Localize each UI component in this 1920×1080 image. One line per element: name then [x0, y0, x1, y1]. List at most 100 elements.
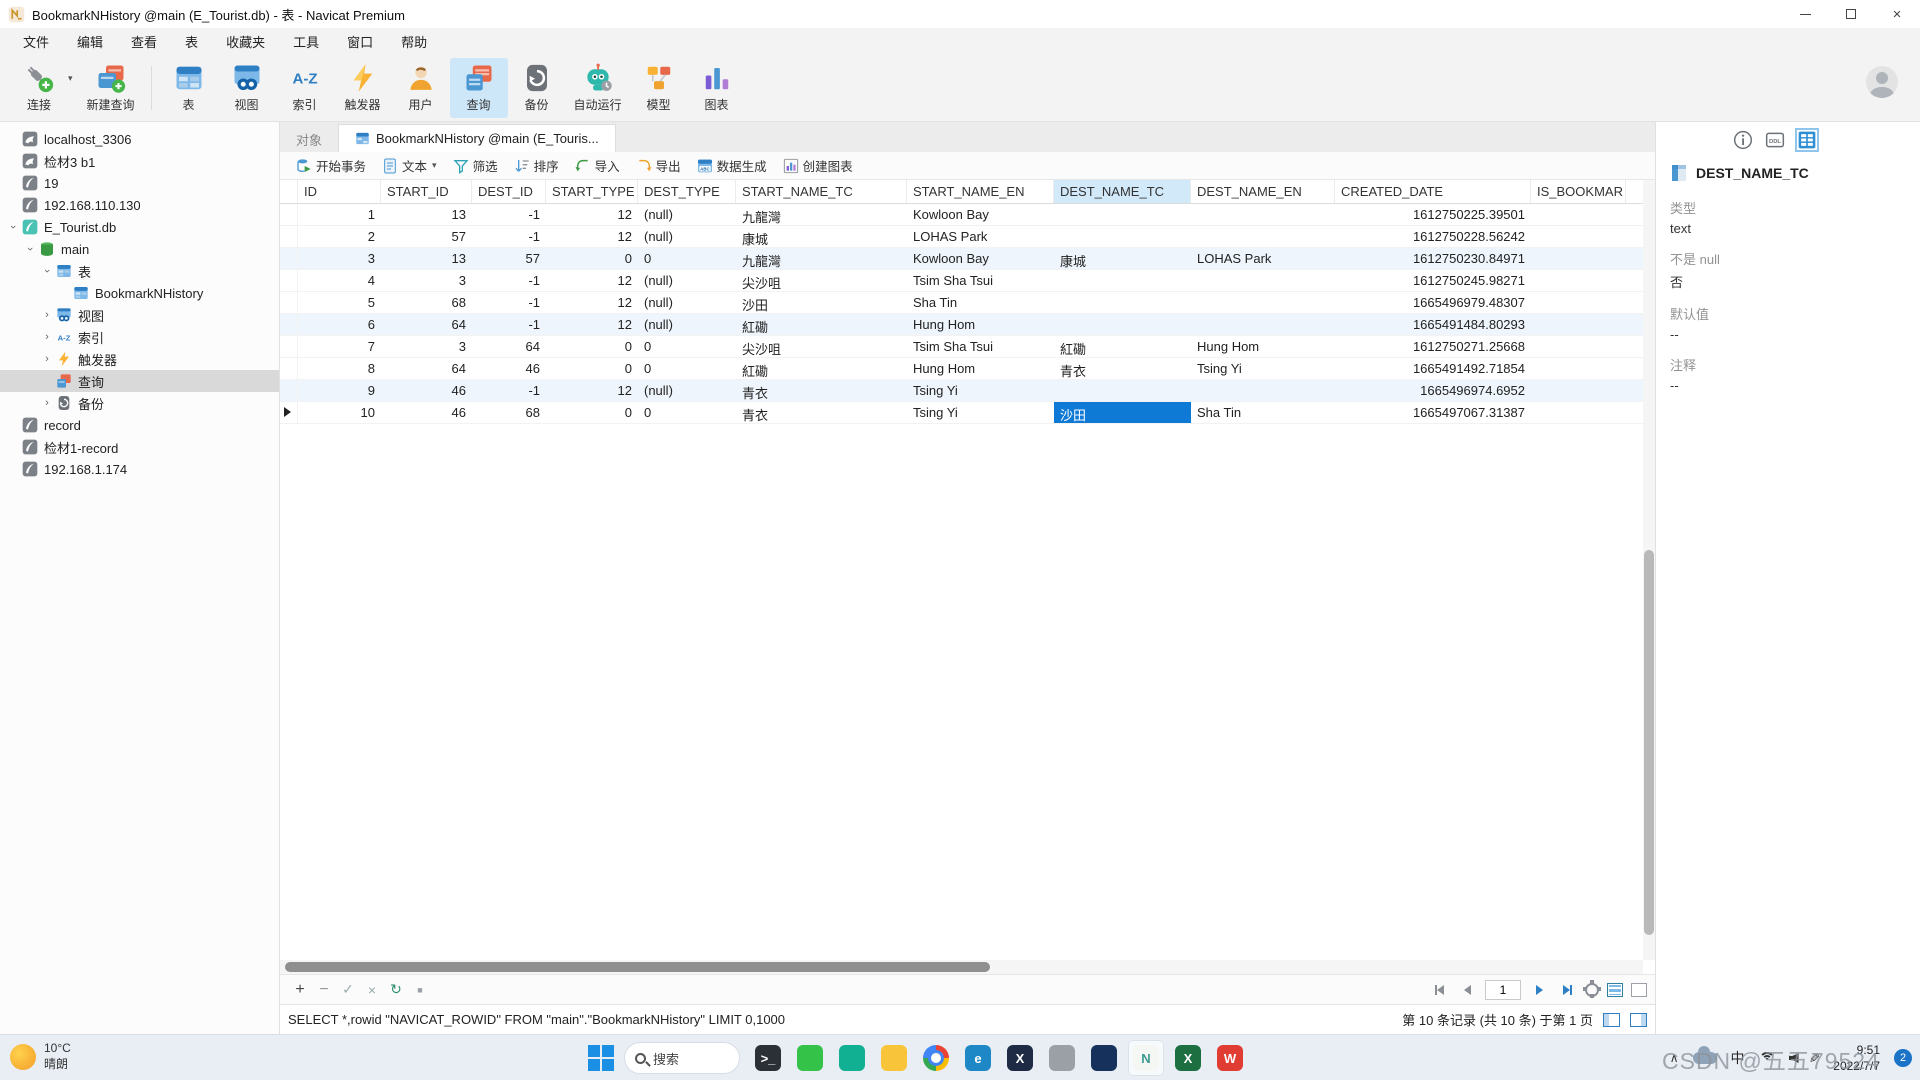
- toolbar-connection-button[interactable]: 连接: [10, 58, 68, 118]
- row-gutter[interactable]: [280, 336, 298, 357]
- column-header[interactable]: DEST_ID: [472, 180, 546, 203]
- table-cell[interactable]: 13: [381, 248, 472, 269]
- table-cell[interactable]: [1191, 270, 1335, 291]
- grid-view-toggle-icon[interactable]: [1607, 983, 1623, 997]
- expand-arrow-icon[interactable]: ›: [24, 242, 36, 256]
- table-cell[interactable]: [1531, 270, 1626, 291]
- table-cell[interactable]: 57: [381, 226, 472, 247]
- table-cell[interactable]: (null): [638, 204, 736, 225]
- grid-toolbar-text-button[interactable]: 文本▾: [374, 154, 445, 178]
- column-header[interactable]: DEST_NAME_EN: [1191, 180, 1335, 203]
- toolbar-index-button[interactable]: A-Z索引: [276, 58, 334, 118]
- taskbar-chat-app-icon[interactable]: [834, 1040, 870, 1076]
- grid-toolbar-datagen-button[interactable]: ABC数据生成: [689, 154, 775, 178]
- volume-muted-icon[interactable]: ×: [1789, 1053, 1795, 1064]
- table-cell[interactable]: 12: [546, 292, 638, 313]
- table-cell[interactable]: 沙田: [1054, 402, 1191, 423]
- table-cell[interactable]: 4: [298, 270, 381, 291]
- expand-arrow-icon[interactable]: ›: [7, 220, 19, 234]
- sidebar-item[interactable]: ›main: [0, 238, 279, 260]
- toolbar-new-query-button[interactable]: 新建查询: [79, 58, 143, 118]
- info-icon[interactable]: [1733, 130, 1753, 150]
- column-header[interactable]: DEST_TYPE: [638, 180, 736, 203]
- menu-item[interactable]: 文件: [10, 29, 62, 54]
- table-cell[interactable]: [1531, 402, 1626, 423]
- table-cell[interactable]: [1531, 204, 1626, 225]
- tab-objects[interactable]: 对象: [280, 126, 338, 152]
- table-cell[interactable]: 沙田: [736, 292, 907, 313]
- sidebar-item[interactable]: ›表: [0, 260, 279, 282]
- taskbar-clock[interactable]: 9:51 2022/7/7: [1833, 1042, 1880, 1074]
- table-cell[interactable]: 64: [472, 336, 546, 357]
- table-cell[interactable]: 0: [638, 336, 736, 357]
- table-cell[interactable]: 10: [298, 402, 381, 423]
- table-cell[interactable]: 12: [546, 270, 638, 291]
- table-cell[interactable]: 12: [546, 314, 638, 335]
- table-cell[interactable]: 紅磡: [736, 314, 907, 335]
- tray-expand-icon[interactable]: ∧: [1670, 1051, 1679, 1065]
- ddl-icon[interactable]: DDL: [1765, 130, 1785, 150]
- column-header[interactable]: START_NAME_EN: [907, 180, 1054, 203]
- table-cell[interactable]: 46: [472, 358, 546, 379]
- table-cell[interactable]: 9: [298, 380, 381, 401]
- grid-toolbar-transaction-button[interactable]: 开始事务: [288, 154, 374, 178]
- toolbar-view-button[interactable]: 视图: [218, 58, 276, 118]
- table-cell[interactable]: 1665496979.48307: [1335, 292, 1531, 313]
- page-number-input[interactable]: [1485, 980, 1521, 1000]
- row-gutter[interactable]: [280, 270, 298, 291]
- taskbar-wechat-icon[interactable]: [792, 1040, 828, 1076]
- table-cell[interactable]: 64: [381, 358, 472, 379]
- table-cell[interactable]: [1531, 380, 1626, 401]
- first-page-button[interactable]: [1429, 980, 1449, 1000]
- table-cell[interactable]: Tsim Sha Tsui: [907, 336, 1054, 357]
- table-cell[interactable]: [1531, 358, 1626, 379]
- toolbar-model-button[interactable]: 模型: [630, 58, 688, 118]
- sidebar-item[interactable]: localhost_3306: [0, 128, 279, 150]
- column-header[interactable]: DEST_NAME_TC: [1054, 180, 1191, 203]
- menu-item[interactable]: 查看: [118, 29, 170, 54]
- table-cell[interactable]: [1191, 204, 1335, 225]
- table-cell[interactable]: -1: [472, 270, 546, 291]
- user-avatar[interactable]: [1866, 66, 1898, 98]
- taskbar-excel-icon[interactable]: X: [1170, 1040, 1206, 1076]
- table-cell[interactable]: 3: [381, 270, 472, 291]
- discard-changes-button[interactable]: ×: [360, 979, 384, 1001]
- sidebar-item[interactable]: ›备份: [0, 392, 279, 414]
- toolbar-user-button[interactable]: 用户: [392, 58, 450, 118]
- menu-item[interactable]: 收藏夹: [213, 29, 278, 54]
- table-cell[interactable]: 68: [381, 292, 472, 313]
- table-cell[interactable]: 3: [381, 336, 472, 357]
- menu-item[interactable]: 工具: [280, 29, 332, 54]
- row-gutter[interactable]: [280, 380, 298, 401]
- table-cell[interactable]: 1: [298, 204, 381, 225]
- grid-columns-icon[interactable]: [1797, 130, 1817, 150]
- taskbar-gray-app-icon[interactable]: [1044, 1040, 1080, 1076]
- table-cell[interactable]: 1665497067.31387: [1335, 402, 1531, 423]
- row-gutter[interactable]: [280, 358, 298, 379]
- table-cell[interactable]: 紅磡: [736, 358, 907, 379]
- table-cell[interactable]: [1531, 314, 1626, 335]
- expand-arrow-icon[interactable]: ›: [41, 264, 53, 278]
- expand-arrow-icon[interactable]: ›: [40, 309, 54, 321]
- table-cell[interactable]: LOHAS Park: [1191, 248, 1335, 269]
- ime-indicator[interactable]: 中: [1731, 1048, 1745, 1068]
- column-header[interactable]: START_TYPE: [546, 180, 638, 203]
- table-cell[interactable]: Hung Hom: [907, 358, 1054, 379]
- taskbar-x-app-icon[interactable]: X: [1002, 1040, 1038, 1076]
- table-cell[interactable]: [1191, 292, 1335, 313]
- notification-badge[interactable]: 2: [1894, 1049, 1912, 1067]
- taskbar-terminal-icon[interactable]: >_: [750, 1040, 786, 1076]
- table-cell[interactable]: (null): [638, 226, 736, 247]
- grid-toolbar-sort-button[interactable]: 排序: [506, 154, 567, 178]
- grid-toolbar-create-chart-button[interactable]: 创建图表: [775, 154, 861, 178]
- toolbar-backup-button[interactable]: 备份: [508, 58, 566, 118]
- table-cell[interactable]: 0: [546, 336, 638, 357]
- table-cell[interactable]: 青衣: [736, 380, 907, 401]
- horizontal-scrollbar-thumb[interactable]: [285, 962, 990, 972]
- close-button[interactable]: ×: [1874, 0, 1920, 28]
- add-record-button[interactable]: +: [288, 979, 312, 1001]
- taskbar-chrome-icon[interactable]: [918, 1040, 954, 1076]
- table-cell[interactable]: 紅磡: [1054, 336, 1191, 357]
- taskbar-navicat-icon[interactable]: N: [1128, 1040, 1164, 1076]
- stop-button[interactable]: ■: [408, 979, 432, 1001]
